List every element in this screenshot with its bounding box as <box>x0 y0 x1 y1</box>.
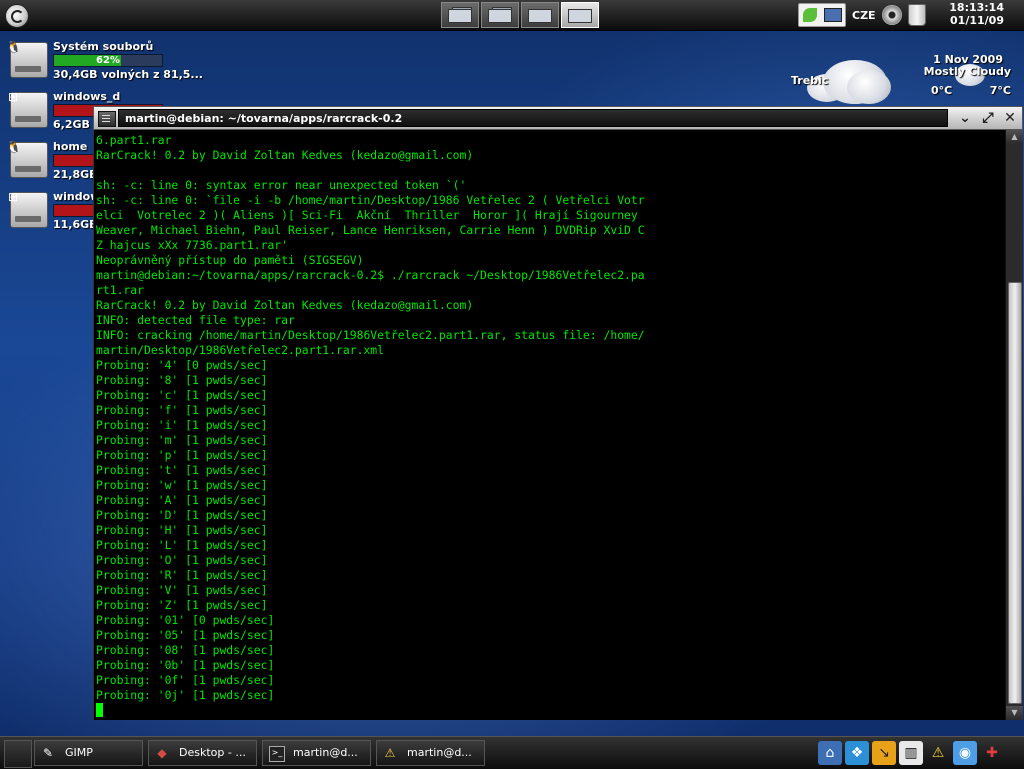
task-button-desktop[interactable]: ◆ Desktop - ... <box>148 740 257 766</box>
pager-desktop-3[interactable] <box>521 2 559 28</box>
task-label: martin@d... <box>407 746 472 759</box>
weather-widget[interactable]: Trebic 1 Nov 2009 Mostly Cloudy 0°C 7°C <box>785 50 1017 110</box>
gimp-icon: ✎ <box>42 746 54 760</box>
warning-icon[interactable]: ⚠ <box>926 741 950 765</box>
tray-network-box[interactable] <box>798 3 846 27</box>
puzzle-icon[interactable]: ✚ <box>980 741 1004 765</box>
windows-icon: ⊞ <box>7 90 19 104</box>
cdrom-icon[interactable] <box>881 5 902 25</box>
terminal-scrollbar[interactable]: ▲ ▼ <box>1005 130 1023 720</box>
desktop-icon: ◆ <box>157 746 167 760</box>
network-icon[interactable]: ◉ <box>953 741 977 765</box>
linux-icon: 🐧 <box>6 140 21 154</box>
weather-low-temp: 0°C <box>931 84 953 97</box>
weather-city: Trebic <box>791 74 829 87</box>
system-tray: CZE <box>798 3 926 27</box>
clock[interactable]: 18:13:14 01/11/09 <box>949 1 1004 27</box>
trash-icon[interactable] <box>907 4 926 26</box>
drive-size: 30,4GB volných z 81,5... <box>53 68 203 81</box>
terminal-output-area[interactable]: 6.part1.rar RarCrack! 0.2 by David Zolta… <box>93 130 1023 720</box>
pager-desktop-4[interactable] <box>561 2 599 28</box>
maximize-button[interactable]: ⤢ <box>979 110 997 126</box>
clock-time: 18:13:14 <box>949 1 1004 14</box>
warning-icon: ⚠ <box>384 746 396 760</box>
drive-name: Systém souborů <box>53 40 154 53</box>
script-icon[interactable]: ↘ <box>872 741 896 765</box>
terminal-cursor <box>96 703 103 717</box>
monitor-icon[interactable] <box>823 8 842 22</box>
top-panel: CZE 18:13:14 01/11/09 <box>0 0 1024 31</box>
pager-desktop-2[interactable] <box>481 2 519 28</box>
drive-usage-label: 62% <box>96 55 120 66</box>
weather-condition: Mostly Cloudy <box>923 65 1011 78</box>
task-button-terminal-2[interactable]: ⚠ martin@d... <box>376 740 485 766</box>
show-desktop-button[interactable] <box>4 740 32 768</box>
kde-menu-icon[interactable] <box>5 4 29 28</box>
pager-desktop-1[interactable] <box>441 2 479 28</box>
clock-date: 01/11/09 <box>950 14 1004 27</box>
terminal-icon: >_ <box>269 746 285 762</box>
task-label: martin@d... <box>293 746 358 759</box>
keyboard-icon[interactable]: ▥ <box>899 741 923 765</box>
scroll-down-arrow-icon[interactable]: ▼ <box>1006 706 1023 720</box>
cloud-icon <box>847 70 891 104</box>
task-label: Desktop - ... <box>179 746 246 759</box>
drive-size: 21,8GB <box>53 168 98 181</box>
scrollbar-thumb[interactable] <box>1008 282 1022 704</box>
window-titlebar[interactable]: martin@debian: ~/tovarna/apps/rarcrack-0… <box>93 106 1023 130</box>
task-button-gimp[interactable]: ✎ GIMP <box>34 740 143 766</box>
task-label: GIMP <box>65 746 93 759</box>
drive-name: windows_d <box>53 90 121 103</box>
terminal-window[interactable]: martin@debian: ~/tovarna/apps/rarcrack-0… <box>93 106 1023 720</box>
desktop-drive-system[interactable]: 🐧 Systém souborů 62% 30,4GB volných z 81… <box>6 40 203 84</box>
drive-size: 11,6GB <box>53 218 98 231</box>
drive-name: home <box>53 140 88 153</box>
keyboard-layout-indicator[interactable]: CZE <box>852 9 876 22</box>
windows-icon: ⊞ <box>7 190 19 204</box>
network-manager-icon[interactable] <box>802 8 817 22</box>
dropbox-icon[interactable]: ❖ <box>845 741 869 765</box>
launcher-tray: ⌂ ❖ ↘ ▥ ⚠ ◉ ✚ <box>818 741 1004 765</box>
scroll-up-arrow-icon[interactable]: ▲ <box>1006 130 1023 144</box>
linux-icon: 🐧 <box>6 40 21 54</box>
task-button-terminal-1[interactable]: >_ martin@d... <box>262 740 371 766</box>
desktop-pager <box>441 2 599 28</box>
drive-usage-bar: 62% <box>53 54 163 67</box>
taskbar: ✎ GIMP ◆ Desktop - ... >_ martin@d... ⚠ … <box>0 736 1024 769</box>
minimize-button[interactable]: ⌄ <box>956 110 974 126</box>
window-title: martin@debian: ~/tovarna/apps/rarcrack-0… <box>118 109 948 127</box>
terminal-text[interactable]: 6.part1.rar RarCrack! 0.2 by David Zolta… <box>96 133 1001 717</box>
window-menu-icon[interactable] <box>98 111 116 127</box>
weather-high-temp: 7°C <box>989 84 1011 97</box>
close-button[interactable]: ✕ <box>1001 110 1019 126</box>
home-icon[interactable]: ⌂ <box>818 741 842 765</box>
